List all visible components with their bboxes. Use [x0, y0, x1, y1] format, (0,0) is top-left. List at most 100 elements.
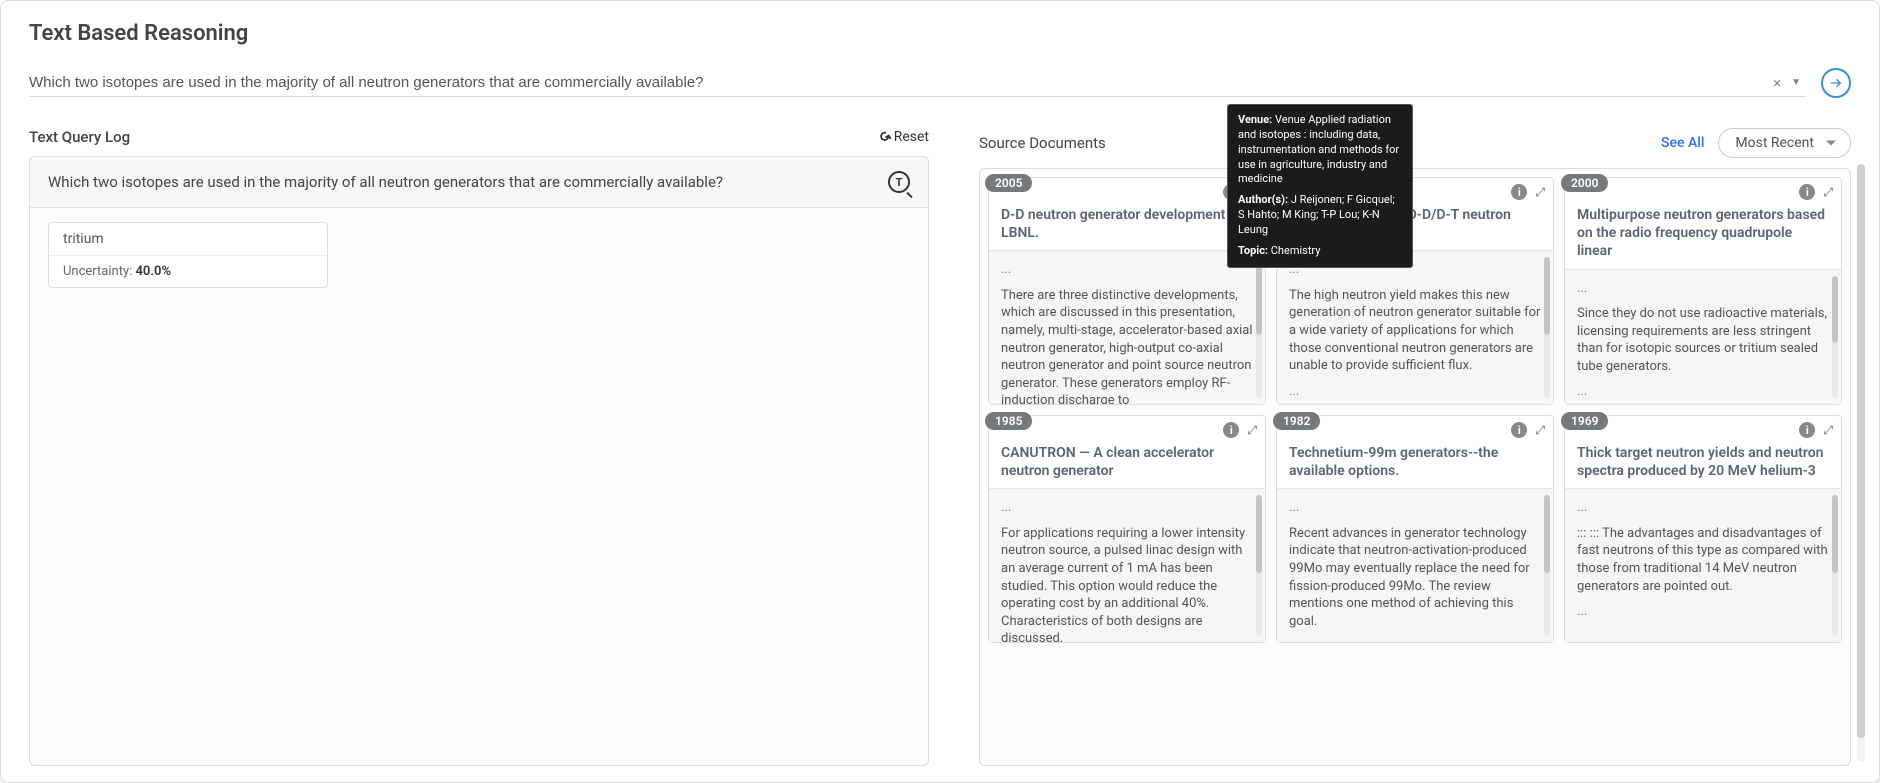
main-scrollbar-thumb[interactable] [1857, 164, 1865, 738]
snippet-scrollbar-thumb[interactable] [1544, 495, 1550, 572]
card-icons: i⤢ [1511, 422, 1545, 438]
doc-snippet: ... For applications requiring a lower in… [989, 488, 1265, 642]
info-icon[interactable]: i [1511, 184, 1527, 200]
snippet-scrollbar-thumb[interactable] [1832, 276, 1838, 343]
card-icons: i⤢ [1799, 422, 1833, 438]
doc-snippet: ... Since they do not use radioactive mat… [1565, 269, 1841, 404]
card-icons: i⤢ [1223, 422, 1257, 438]
snippet-post-ellipsis: ... [1577, 603, 1829, 621]
tooltip-topic-text: Chemistry [1271, 244, 1321, 257]
expand-icon[interactable]: ⤢ [1535, 423, 1545, 438]
snippet-scrollbar-thumb[interactable] [1544, 257, 1550, 334]
doc-tooltip: Venue: Venue Applied radiation and isoto… [1227, 168, 1413, 268]
year-badge: 2000 [1561, 174, 1608, 192]
tooltip-authors-label: Author(s): [1238, 193, 1288, 206]
answer-text: tritium [49, 223, 327, 256]
tooltip-venue: Venue: Venue Applied radiation and isoto… [1238, 168, 1402, 187]
snippet-text: Recent advances in generator technology … [1289, 526, 1530, 629]
right-column: Source Documents See All Most Recent 200… [979, 128, 1851, 766]
refresh-icon: ↻ [874, 128, 894, 146]
sort-dropdown[interactable]: Most Recent [1718, 128, 1851, 158]
tooltip-venue-text: Venue Applied radiation and isotopes : i… [1238, 168, 1399, 185]
doc-snippet: ... There are three distinctive developme… [989, 250, 1265, 404]
query-input-wrap: × ▼ [29, 70, 1805, 97]
doc-snippet: ...::: ::: The advantages and disadvanta… [1565, 488, 1841, 642]
doc-card: 1969i⤢Thick target neutron yields and ne… [1564, 415, 1842, 643]
doc-card: 1982i⤢Technetium-99m generators--the ava… [1276, 415, 1554, 643]
page-title: Text Based Reasoning [29, 21, 1851, 46]
chevron-down-icon[interactable]: ▼ [1787, 77, 1805, 88]
expand-icon[interactable]: ⤢ [1823, 185, 1833, 200]
snippet-text: ::: ::: The advantages and disadvantages… [1577, 526, 1828, 594]
card-icons: i⤢ [1799, 184, 1833, 200]
answer-uncertainty: Uncertainty: 40.0% [49, 256, 327, 287]
card-icons: i⤢ [1511, 184, 1545, 200]
main-scrollbar[interactable] [1857, 164, 1865, 762]
year-badge: 1969 [1561, 412, 1608, 430]
sources-controls: See All Most Recent [1661, 128, 1851, 158]
snippet-pre-ellipsis: ... [1577, 499, 1829, 517]
left-column: Text Query Log ↻ Reset Which two isotope… [29, 128, 929, 766]
expand-icon[interactable]: ⤢ [1535, 185, 1545, 200]
info-icon[interactable]: i [1799, 184, 1815, 200]
doc-card: 2000i⤢Multipurpose neutron generators ba… [1564, 177, 1842, 405]
logged-query-text: Which two isotopes are used in the major… [48, 173, 723, 191]
year-badge: 1982 [1273, 412, 1320, 430]
snippet-pre-ellipsis: ... [1001, 261, 1253, 279]
log-query-row: Which two isotopes are used in the major… [30, 157, 928, 208]
expand-icon[interactable]: ⤢ [1823, 423, 1833, 438]
snippet-scrollbar-thumb[interactable] [1256, 257, 1262, 334]
snippet-text: Since they do not use radioactive materi… [1577, 306, 1827, 374]
snippet-post-ellipsis: ... [1289, 383, 1541, 401]
see-all-link[interactable]: See All [1661, 135, 1704, 151]
log-header: Text Query Log ↻ Reset [29, 128, 929, 146]
cards-grid: 2005i⤢D-D neutron generator development … [988, 177, 1842, 643]
doc-card: 2005i⤢D-D neutron generator development … [988, 177, 1266, 405]
snippet-scrollbar[interactable] [1544, 257, 1550, 398]
snippet-pre-ellipsis: ... [1289, 499, 1541, 517]
cards-scroll[interactable]: 2005i⤢D-D neutron generator development … [979, 168, 1851, 766]
sources-heading: Source Documents [979, 134, 1106, 152]
info-icon[interactable]: i [1799, 422, 1815, 438]
arrow-right-icon [1828, 75, 1844, 91]
tooltip-topic: Topic: Chemistry [1238, 244, 1402, 259]
tooltip-authors: Author(s): J Reijonen; F Gicquel; S Haht… [1238, 193, 1402, 238]
snippet-pre-ellipsis: ... [1001, 499, 1253, 517]
year-badge: 2005 [985, 174, 1032, 192]
clear-icon[interactable]: × [1767, 74, 1787, 92]
snippet-text: For applications requiring a lower inten… [1001, 526, 1245, 642]
snippet-text: There are three distinctive developments… [1001, 288, 1253, 404]
submit-button[interactable] [1821, 68, 1851, 98]
snippet-text: The high neutron yield makes this new ge… [1289, 288, 1540, 373]
info-icon[interactable]: i [1511, 422, 1527, 438]
uncertainty-value: 40.0% [135, 264, 171, 279]
log-heading: Text Query Log [29, 128, 130, 146]
query-input[interactable] [29, 74, 1767, 91]
snippet-scrollbar[interactable] [1256, 257, 1262, 398]
snippet-scrollbar-thumb[interactable] [1832, 495, 1838, 572]
snippet-scrollbar-thumb[interactable] [1256, 495, 1262, 572]
snippet-scrollbar[interactable] [1832, 276, 1838, 398]
year-badge: 1985 [985, 412, 1032, 430]
tooltip-topic-label: Topic: [1238, 244, 1268, 257]
two-column-layout: Text Query Log ↻ Reset Which two isotope… [29, 128, 1851, 766]
snippet-scrollbar[interactable] [1832, 495, 1838, 636]
expand-icon[interactable]: ⤢ [1247, 423, 1257, 438]
sort-label: Most Recent [1735, 135, 1814, 151]
sources-header: Source Documents See All Most Recent [979, 128, 1851, 158]
text-query-icon[interactable]: T [888, 171, 910, 193]
app-window: Text Based Reasoning × ▼ Text Query Log … [0, 0, 1880, 783]
log-box: Which two isotopes are used in the major… [29, 156, 929, 766]
doc-card: 1985i⤢CANUTRON — A clean accelerator neu… [988, 415, 1266, 643]
reset-button[interactable]: ↻ Reset [878, 129, 929, 145]
snippet-scrollbar[interactable] [1544, 495, 1550, 636]
doc-snippet: ... The high neutron yield makes this new… [1277, 250, 1553, 404]
info-icon[interactable]: i [1223, 422, 1239, 438]
snippet-pre-ellipsis: ... [1577, 280, 1829, 298]
snippet-post-ellipsis: ... [1577, 383, 1829, 401]
uncertainty-label: Uncertainty: [63, 264, 132, 279]
reset-label: Reset [894, 129, 929, 145]
answer-card: tritium Uncertainty: 40.0% [48, 222, 328, 288]
doc-snippet: ... Recent advances in generator technolo… [1277, 488, 1553, 642]
snippet-scrollbar[interactable] [1256, 495, 1262, 636]
